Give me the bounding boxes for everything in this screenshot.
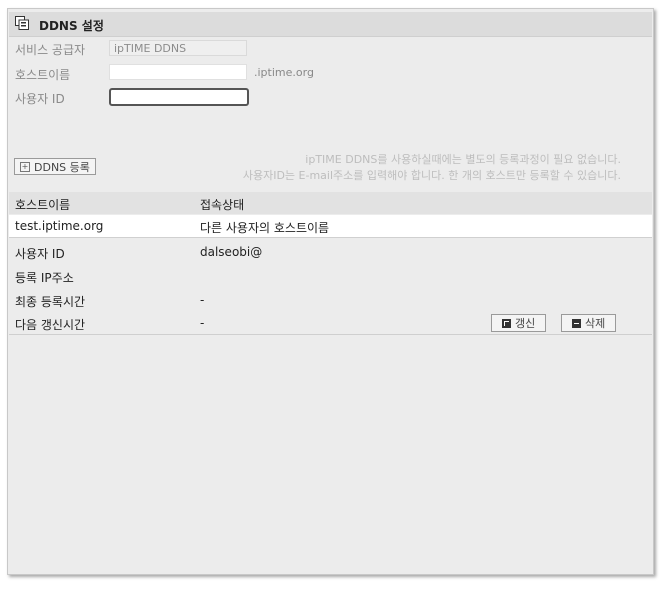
detail-userid-label: 사용자 ID (15, 247, 65, 261)
userid-label: 사용자 ID (15, 92, 65, 106)
detail-ip-label: 등록 IP주소 (15, 271, 74, 285)
hostname-label: 호스트이름 (15, 68, 71, 82)
minus-icon (572, 318, 581, 328)
window-icon (15, 16, 29, 30)
register-button-label: DDNS 등록 (34, 160, 90, 174)
row-hostname: test.iptime.org (15, 219, 104, 233)
notice-line-1: ipTIME DDNS를 사용하실때에는 별도의 등록과정이 필요 없습니다. (305, 153, 621, 166)
refresh-button[interactable]: 갱신 (491, 314, 547, 332)
detail-next-update-value: - (200, 316, 205, 330)
detail-last-reg-label: 최종 등록시간 (15, 295, 86, 309)
refresh-icon (502, 318, 511, 328)
hostname-input[interactable] (109, 64, 247, 80)
notice-line-2: 사용자ID는 E-mail주소를 입력해야 합니다. 한 개의 호스트만 등록할… (242, 169, 621, 182)
userid-input[interactable] (109, 88, 249, 106)
page-title: DDNS 설정 (39, 19, 104, 33)
panel-header: DDNS 설정 (9, 12, 652, 37)
delete-button[interactable]: 삭제 (561, 314, 617, 332)
provider-field (109, 40, 247, 56)
refresh-button-label: 갱신 (515, 317, 536, 330)
ddns-settings-panel: DDNS 설정 서비스 공급자 호스트이름 .iptime.org 사용자 ID… (7, 8, 654, 575)
detail-userid-value: dalseobi@ (200, 245, 263, 259)
column-header-status: 접속상태 (200, 198, 245, 212)
detail-next-update-label: 다음 갱신시간 (15, 318, 86, 332)
detail-last-reg-value: - (200, 293, 205, 307)
plus-icon: + (20, 161, 30, 172)
column-header-hostname: 호스트이름 (15, 198, 71, 212)
ddns-notice: ipTIME DDNS를 사용하실때에는 별도의 등록과정이 필요 없습니다. … (243, 152, 621, 184)
provider-label: 서비스 공급자 (15, 43, 86, 57)
ddns-register-button[interactable]: + DDNS 등록 (14, 158, 96, 175)
table-header: 호스트이름 접속상태 (9, 192, 652, 214)
table-row[interactable]: test.iptime.org 다른 사용자의 호스트이름 (9, 215, 652, 238)
row-status: 다른 사용자의 호스트이름 (200, 221, 330, 235)
delete-button-label: 삭제 (585, 317, 606, 330)
divider (9, 334, 652, 335)
hostname-suffix: .iptime.org (254, 66, 314, 79)
